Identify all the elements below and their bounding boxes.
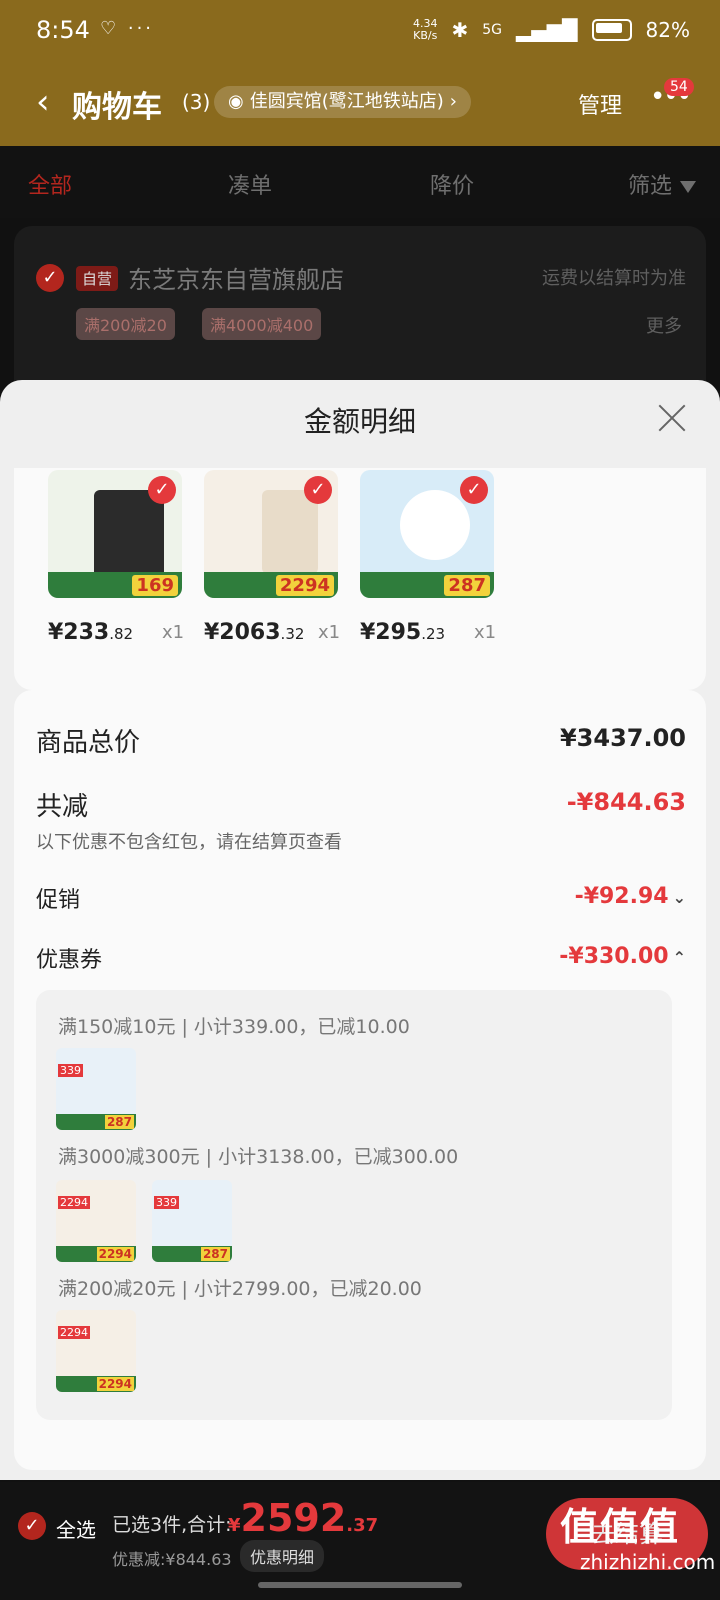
coupon-detail-box: 满150减10元 | 小计339.00，已减10.00 339 287 满3000… (36, 990, 672, 1420)
filter-label: 筛选 (628, 174, 673, 199)
store-check-icon[interactable]: ✓ (36, 264, 64, 292)
total-label: 商品总价 (36, 728, 141, 758)
product-qty: x1 (162, 622, 185, 643)
signal-icon: ▂▄▆█ (516, 18, 578, 42)
store-name[interactable]: 东芝京东自营旗舰店 (128, 260, 344, 295)
status-time: 8:54 (36, 16, 90, 44)
coupon-label: 优惠券 (36, 948, 103, 973)
product-price: ¥233.82 (48, 620, 134, 645)
product-thumb: ✓ 2294 (204, 470, 338, 598)
status-bar: 8:54 ♡ ··· 4.34 KB/s ✱ 5G ▂▄▆█ 82% (0, 0, 720, 64)
promo-tag[interactable]: 满200减20 (76, 308, 175, 340)
sheet-title: 金额明细 (303, 405, 416, 438)
close-icon[interactable] (652, 398, 692, 438)
product-price-badge: 287 (444, 575, 490, 596)
thumb-price: 2294 (96, 1377, 134, 1391)
network-type: 5G (482, 22, 503, 38)
watermark-url: zhizhizhi.com (580, 1550, 716, 1574)
coupon-product-thumb: 339 287 (56, 1048, 136, 1130)
cart-header: ‹ 购物车 (3) ◉ 佳圆宾馆(鹭江地铁站店) › 管理 ••• 54 (0, 64, 720, 146)
thumb-tag: 2294 (58, 1196, 90, 1209)
small-heater-image (400, 490, 470, 560)
tab-price-drop[interactable]: 降价 (430, 168, 474, 200)
selected-check-icon: ✓ (304, 476, 332, 504)
status-notification-icons: ♡ ··· (100, 18, 155, 39)
coupon-toggle[interactable]: -¥330.00 ⌃ (559, 944, 686, 969)
home-indicator[interactable] (258, 1582, 462, 1588)
thumb-price: 2294 (96, 1247, 134, 1261)
back-arrow-icon[interactable]: ‹ (36, 82, 50, 122)
select-all-label[interactable]: 全选 (56, 1514, 96, 1543)
product-price-badge: 2294 (275, 575, 334, 596)
watermark-logo: 值值值 (560, 1505, 681, 1549)
thumb-price: 287 (104, 1115, 134, 1129)
coupon-line: 满200减20元 | 小计2799.00，已减20.00 (58, 1278, 422, 1300)
more-promos-link[interactable]: 更多 (646, 312, 682, 338)
message-badge: 54 (664, 78, 694, 96)
discount-detail-button[interactable]: 优惠明细 (240, 1540, 325, 1572)
coupon-product-thumb: 339 287 (152, 1180, 232, 1262)
promotion-label: 促销 (36, 888, 81, 913)
manage-button[interactable]: 管理 (578, 88, 622, 120)
battery-percent: 82% (645, 18, 690, 42)
bluetooth-icon: ✱ (451, 18, 469, 42)
reduce-value: -¥844.63 (566, 788, 686, 816)
promo-tag[interactable]: 满4000减400 (202, 308, 322, 340)
selected-summary: 已选3件,合计: (112, 1514, 232, 1536)
selected-check-icon: ✓ (460, 476, 488, 504)
selected-check-icon: ✓ (148, 476, 176, 504)
product-price: ¥295.23 (360, 620, 446, 645)
total-value: ¥3437.00 (559, 724, 686, 752)
saved-amount: 优惠减:¥844.63 (112, 1550, 232, 1569)
eye-icon: ◉ (228, 91, 244, 112)
thumb-tag: 2294 (58, 1326, 90, 1339)
coupon-value: -¥330.00 (559, 944, 669, 969)
chevron-right-icon: › (449, 91, 457, 112)
coupon-product-thumb: 2294 2294 (56, 1180, 136, 1262)
thumb-tag: 339 (154, 1196, 179, 1209)
product-thumb: ✓ 169 (48, 470, 182, 598)
network-speed: 4.34 KB/s (412, 17, 438, 42)
filter-icon (680, 181, 697, 193)
kettle-image (94, 490, 164, 582)
total-price: ¥2592.37 (228, 1496, 379, 1540)
coupon-line: 满150减10元 | 小计339.00，已减10.00 (58, 1016, 410, 1038)
coupon-line: 满3000减300元 | 小计3138.00，已减300.00 (58, 1146, 459, 1168)
tab-bundle[interactable]: 凑单 (228, 168, 272, 200)
shipping-note: 运费以结算时为准 (542, 268, 686, 289)
cart-tabs: 全部 凑单 降价 筛选 (0, 146, 720, 218)
tab-all[interactable]: 全部 (28, 168, 72, 200)
product-qty: x1 (474, 622, 497, 643)
promotion-toggle[interactable]: -¥92.94 ⌄ (575, 884, 686, 909)
page-title: 购物车 (72, 90, 162, 125)
product-price: ¥2063.32 (204, 620, 305, 645)
address-text: 佳圆宾馆(鹭江地铁站店) (249, 91, 444, 112)
reduce-note: 以下优惠不包含红包，请在结算页查看 (36, 832, 342, 853)
amount-details-card: 商品总价 ¥3437.00 共减 -¥844.63 以下优惠不包含红包，请在结算… (14, 690, 706, 1470)
product-thumb: ✓ 287 (360, 470, 494, 598)
amount-detail-sheet: 金额明细 ✓ 169 ✓ 2294 ✓ 287 ¥233.82 x1 ¥2063… (0, 380, 720, 1480)
reduce-label: 共减 (36, 792, 89, 822)
thumb-tag: 339 (58, 1064, 83, 1077)
checkout-bar: ✓ 全选 已选3件,合计: ¥2592.37 优惠减:¥844.63 优惠明细 … (0, 1482, 720, 1600)
thumb-price: 287 (200, 1247, 230, 1261)
water-heater-image (262, 490, 318, 574)
battery-icon (591, 19, 632, 41)
chevron-down-icon: ⌄ (672, 888, 686, 907)
product-price-badge: 169 (132, 575, 178, 596)
product-qty: x1 (318, 622, 341, 643)
tab-filter[interactable]: 筛选 (628, 168, 697, 200)
select-all-check-icon[interactable]: ✓ (18, 1512, 46, 1540)
coupon-product-thumb: 2294 2294 (56, 1310, 136, 1392)
address-selector[interactable]: ◉ 佳圆宾馆(鹭江地铁站店) › (214, 86, 471, 118)
promotion-value: -¥92.94 (574, 884, 669, 909)
self-operated-tag: 自营 (76, 266, 119, 291)
product-summary-card: ✓ 169 ✓ 2294 ✓ 287 ¥233.82 x1 ¥2063.32 x… (14, 468, 706, 690)
cart-count: (3) (182, 90, 211, 114)
status-right-group: 4.34 KB/s ✱ 5G ▂▄▆█ 82% (412, 17, 690, 43)
chevron-up-icon: ⌃ (672, 948, 686, 967)
